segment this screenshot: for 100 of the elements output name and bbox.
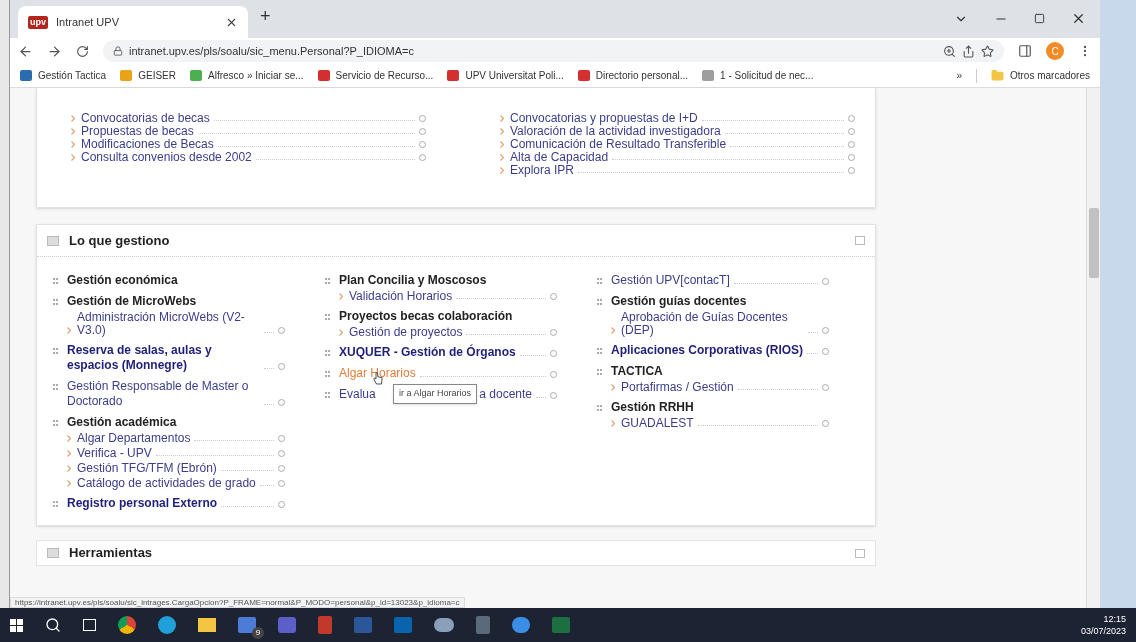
chevron-icon <box>611 384 615 391</box>
menu-link[interactable]: Comunicación de Resultado Transferible <box>510 138 727 151</box>
url-field[interactable]: intranet.upv.es/pls/soalu/sic_menu.Personal?P_IDIOMA=c <box>103 40 1004 62</box>
grip-icon <box>597 299 602 305</box>
menu-link[interactable]: Gestión de proyectos <box>349 326 463 339</box>
task-view-icon[interactable] <box>83 619 96 631</box>
menu-link[interactable]: Portafirmas / Gestión <box>621 381 734 394</box>
zoom-icon[interactable] <box>943 44 956 58</box>
grip-icon <box>53 348 58 354</box>
grip-icon <box>325 350 330 356</box>
menu-link[interactable]: Catálogo de actividades de grado <box>77 477 256 490</box>
grip-icon <box>53 384 58 390</box>
chevron-icon <box>611 420 615 427</box>
forward-icon[interactable] <box>47 43 62 59</box>
windows-start-icon[interactable] <box>10 618 23 632</box>
more-bookmarks-button[interactable]: » <box>956 68 962 83</box>
star-icon[interactable] <box>981 44 994 58</box>
lock-icon <box>113 46 123 56</box>
group-heading: Gestión RRHH <box>611 400 694 415</box>
side-panel-icon[interactable] <box>1018 44 1032 58</box>
site-logo-icon: upv <box>28 15 48 29</box>
section-title: Herramientas <box>69 544 154 563</box>
share-icon[interactable] <box>962 44 975 58</box>
search-icon[interactable] <box>45 617 61 633</box>
new-tab-button[interactable]: + <box>248 3 283 38</box>
menu-link[interactable]: Valoración de la actividad investigadora <box>510 125 721 138</box>
menu-link[interactable]: Aprobación de Guías Docentes (DEP) <box>621 311 804 337</box>
chevron-icon <box>339 329 343 336</box>
grip-icon <box>53 501 58 507</box>
grip-icon <box>325 278 330 284</box>
menu-link[interactable]: Gestión TFG/TFM (Ebrón) <box>77 462 217 475</box>
bookmark[interactable]: UPV Universitat Poli... <box>447 68 564 83</box>
back-icon[interactable] <box>18 43 33 59</box>
menu-link[interactable]: GUADALEST <box>621 417 694 430</box>
reload-icon[interactable] <box>76 44 89 58</box>
close-icon[interactable] <box>1071 11 1086 26</box>
browser-tab[interactable]: upv Intranet UPV <box>18 6 248 38</box>
tooltip: ir a Algar Horarios <box>393 384 478 404</box>
notification-badge: 9 <box>252 627 264 639</box>
chevron-icon <box>67 450 71 457</box>
bookmark[interactable]: Servicio de Recurso... <box>317 68 434 83</box>
menu-link[interactable]: Propuestas de becas <box>81 125 194 138</box>
menu-link[interactable]: Registro personal Externo <box>67 496 218 511</box>
bookmark[interactable]: GEISER <box>120 68 176 83</box>
chevron-icon <box>67 327 71 334</box>
menu-link[interactable]: Gestión UPV[contacT] <box>611 273 730 288</box>
grip-icon <box>325 314 330 320</box>
group-heading: Plan Concilia y Moscosos <box>339 273 487 288</box>
grip-icon <box>597 348 602 354</box>
menu-link[interactable]: Alta de Capacidad <box>510 151 609 164</box>
scrollbar[interactable] <box>1086 88 1100 608</box>
group-heading: Proyectos becas colaboración <box>339 309 513 324</box>
grip-icon <box>597 369 602 375</box>
menu-link[interactable]: Reserva de salas, aulas y espacios (Monnegre) <box>67 343 260 373</box>
menu-link[interactable]: Modificaciones de Becas <box>81 138 214 151</box>
chevron-icon <box>67 465 71 472</box>
chevron-icon <box>339 293 343 300</box>
maximize-icon[interactable] <box>1034 13 1045 24</box>
menu-link[interactable]: Aplicaciones Corporativas (RIOS) <box>611 343 804 358</box>
grip-icon <box>53 278 58 284</box>
app-icon[interactable] <box>434 618 454 632</box>
app-icon[interactable] <box>512 617 530 633</box>
chevron-icon <box>67 435 71 442</box>
menu-link[interactable]: Convocatorias y propuestas de I+D <box>510 112 698 125</box>
menu-link[interactable]: Verifica - UPV <box>77 447 152 460</box>
browser-icon[interactable] <box>158 616 176 634</box>
group-heading: TACTICA <box>611 364 663 379</box>
bookmark[interactable]: Gestión Tactica <box>20 68 107 83</box>
menu-link[interactable]: Administración MicroWebs (V2-V3.0) <box>77 311 260 337</box>
group-heading: Gestión guías docentes <box>611 294 747 309</box>
menu-link[interactable]: Consulta convenios desde 2002 <box>81 151 252 164</box>
menu-link[interactable]: Algar Departamentos <box>77 432 191 445</box>
tab-title: Intranet UPV <box>56 14 120 30</box>
clock[interactable]: 12:15 03/07/2023 <box>1080 613 1126 637</box>
menu-link[interactable]: Explora IPR <box>510 164 575 177</box>
chevron-icon <box>67 480 71 487</box>
menu-link[interactable]: XUQUER - Gestión de Órganos <box>339 345 516 360</box>
menu-link[interactable]: Convocatorias de becas <box>81 112 210 125</box>
bookmark[interactable]: Alfresco » Iniciar se... <box>190 68 304 83</box>
grip-icon <box>597 405 602 411</box>
section-title: Lo que gestiono <box>69 231 171 250</box>
menu-link[interactable]: Evalua <box>339 387 376 402</box>
menu-link[interactable]: Validación Horarios <box>349 290 453 303</box>
group-heading: Gestión académica <box>67 415 177 430</box>
grip-icon <box>53 420 58 426</box>
group-heading: Gestión económica <box>67 273 178 288</box>
grip-icon <box>325 371 330 377</box>
chrome-icon[interactable] <box>118 616 136 634</box>
section-icon <box>47 548 59 558</box>
grip-icon <box>597 278 602 284</box>
bookmark-folder[interactable]: Otros marcadores <box>990 68 1090 83</box>
group-heading: Gestión de MicroWebs <box>67 294 197 309</box>
menu-link[interactable]: a docente <box>479 387 532 402</box>
bookmark[interactable]: 1 - Solicitud de nec... <box>702 68 814 83</box>
grip-icon <box>325 392 330 398</box>
menu-link[interactable]: Gestión Responsable de Master o Doctorado <box>67 379 260 409</box>
section-icon <box>47 235 59 246</box>
folder-icon <box>990 69 1004 82</box>
bookmark[interactable]: Directorio personal... <box>577 68 689 83</box>
grip-icon <box>53 299 58 305</box>
